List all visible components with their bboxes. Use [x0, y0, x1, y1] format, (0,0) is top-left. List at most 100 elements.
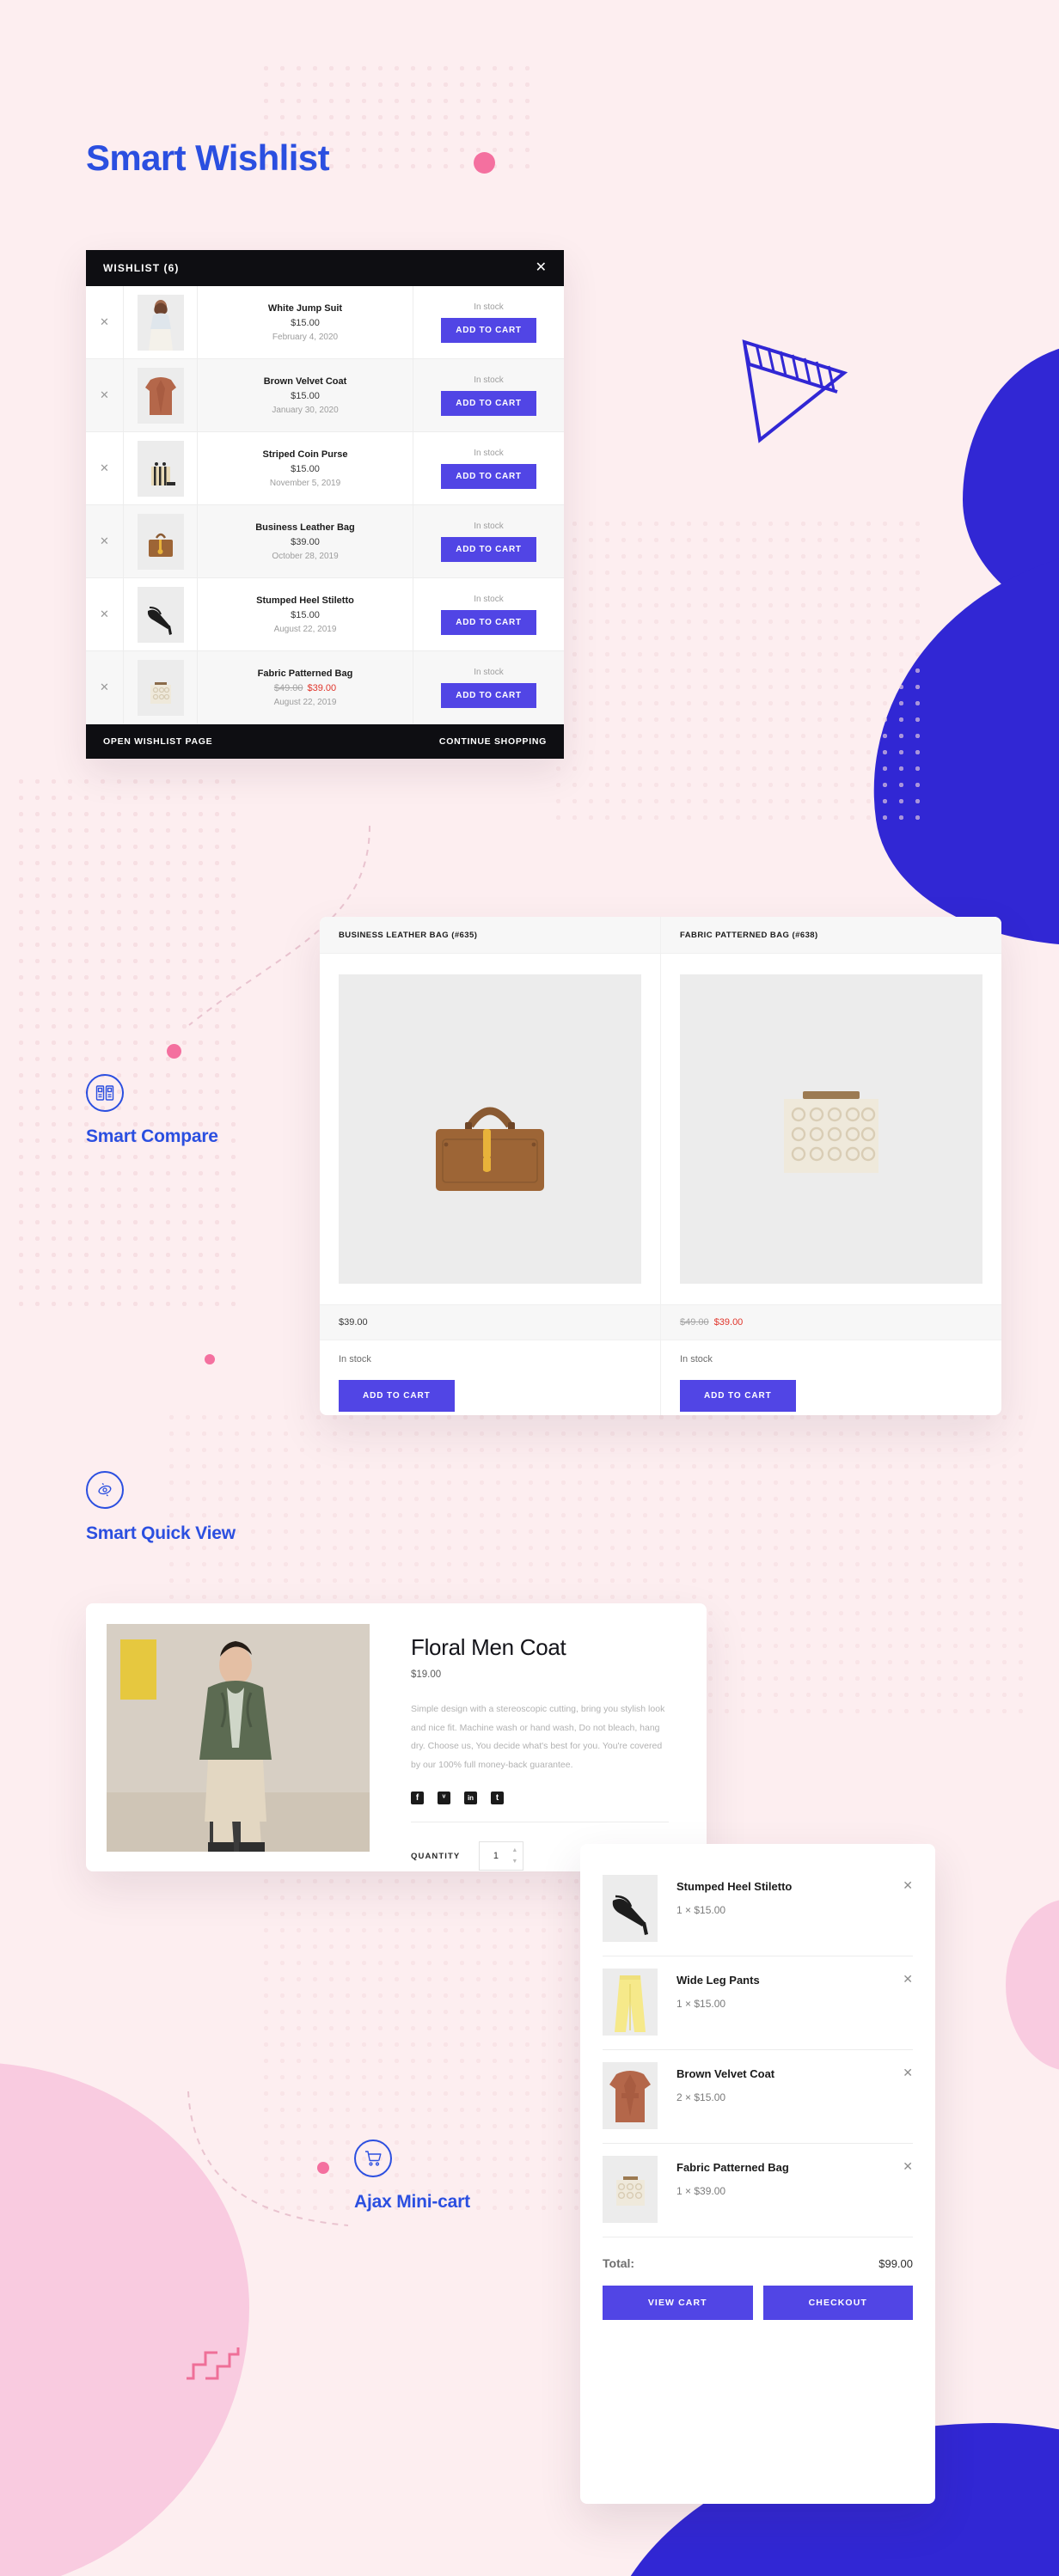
- stock-status: In stock: [339, 1354, 371, 1364]
- linkedin-icon[interactable]: in: [464, 1792, 477, 1805]
- product-info: Brown Velvet Coat $15.00 January 30, 202…: [198, 359, 413, 431]
- remove-item-icon[interactable]: ✕: [86, 578, 124, 650]
- old-price: $49.00: [273, 682, 303, 693]
- remove-item-icon[interactable]: ✕: [86, 432, 124, 504]
- open-wishlist-page-link[interactable]: OPEN WISHLIST PAGE: [103, 736, 212, 747]
- add-to-cart-button[interactable]: ADD TO CART: [441, 682, 536, 708]
- table-row: ✕ White Jump Suit $15.00 February 4, 202…: [86, 286, 564, 359]
- product-qty-price: 1 × $39.00: [676, 2185, 726, 2197]
- added-date: August 22, 2019: [273, 624, 337, 634]
- remove-item-icon[interactable]: ✕: [86, 651, 124, 723]
- product-title: Floral Men Coat: [411, 1634, 566, 1660]
- product-price: $49.00 $39.00: [661, 1304, 1001, 1340]
- page-title: Smart Wishlist: [86, 137, 330, 178]
- remove-item-icon[interactable]: ✕: [903, 2062, 913, 2080]
- remove-item-icon[interactable]: ✕: [903, 1875, 913, 1893]
- stock-status: In stock: [474, 302, 504, 312]
- feature-label-text: Ajax Mini-cart: [354, 2192, 470, 2212]
- close-icon[interactable]: ✕: [536, 261, 547, 275]
- continue-shopping-link[interactable]: CONTINUE SHOPPING: [439, 736, 547, 747]
- table-row: ✕ Brown Velvet Coat $15.00 January 30, 2…: [86, 359, 564, 432]
- table-row: ✕ Business Leather Bag $39.00 October 28…: [86, 505, 564, 578]
- compare-panel: BUSINESS LEATHER BAG (#635) $39.00 In st…: [320, 917, 1001, 1415]
- cart-actions: VIEW CART CHECKOUT: [603, 2286, 913, 2320]
- list-item: Stumped Heel Stiletto 1 × $15.00 ✕: [603, 1863, 913, 1956]
- chevron-up-icon[interactable]: ▲: [511, 1847, 517, 1853]
- social-share-row: f ᵛ in t: [411, 1792, 686, 1805]
- remove-item-icon[interactable]: ✕: [86, 359, 124, 431]
- product-name: Brown Velvet Coat: [263, 375, 347, 387]
- product-thumbnail-cell: [124, 432, 198, 504]
- stock-status: In stock: [474, 594, 504, 604]
- compare-column: BUSINESS LEATHER BAG (#635) $39.00 In st…: [320, 917, 661, 1415]
- remove-item-icon[interactable]: ✕: [86, 286, 124, 358]
- added-date: January 30, 2020: [272, 405, 339, 415]
- product-name: White Jump Suit: [267, 302, 343, 314]
- product-image-fabric-patterned-bag: [137, 659, 184, 716]
- product-actions: In stock ADD TO CART: [413, 286, 564, 358]
- compare-column-header: FABRIC PATTERNED BAG (#638): [661, 917, 1001, 954]
- table-row: ✕ Striped Coin Purse $15.00 November 5, …: [86, 432, 564, 505]
- table-row: ✕ Fabric Patterned Bag $49.00 $39.00 Augu…: [86, 651, 564, 724]
- product-name: Wide Leg Pants: [676, 1974, 760, 1987]
- product-actions: In stock ADD TO CART: [413, 651, 564, 723]
- compare-icon: [86, 1074, 124, 1112]
- product-description: Simple design with a stereoscopic cuttin…: [411, 1704, 665, 1770]
- product-info: Stumped Heel Stiletto $15.00 August 22, …: [198, 578, 413, 650]
- added-date: November 5, 2019: [269, 478, 341, 488]
- remove-item-icon[interactable]: ✕: [903, 1969, 913, 1987]
- product-price: $39.00: [320, 1304, 660, 1340]
- add-to-cart-button[interactable]: ADD TO CART: [339, 1380, 455, 1412]
- dot-pattern: [13, 773, 236, 1306]
- product-qty-price: 1 × $15.00: [676, 1998, 726, 2010]
- quantity-arrows[interactable]: ▲ ▼: [511, 1847, 517, 1865]
- zigzag-decoration: [187, 2347, 240, 2380]
- product-qty-price: 2 × $15.00: [676, 2091, 726, 2103]
- checkout-button[interactable]: CHECKOUT: [762, 2286, 913, 2320]
- total-label: Total:: [603, 2256, 635, 2270]
- product-name: Fabric Patterned Bag: [257, 668, 353, 679]
- cart-total-row: Total: $99.00: [603, 2237, 913, 2286]
- feature-label-minicart: Ajax Mini-cart: [354, 2140, 470, 2213]
- pink-dot-compare: [167, 1044, 181, 1059]
- tumblr-icon[interactable]: t: [491, 1792, 504, 1805]
- remove-item-icon[interactable]: ✕: [903, 2156, 913, 2174]
- cart-icon: [354, 2140, 392, 2177]
- dot-pattern: [550, 516, 920, 825]
- stock-status: In stock: [474, 521, 504, 531]
- add-to-cart-button[interactable]: ADD TO CART: [441, 317, 536, 343]
- pink-blob-left: [0, 2062, 249, 2576]
- product-price: $19.00: [411, 1670, 442, 1680]
- view-cart-button[interactable]: VIEW CART: [603, 2286, 753, 2320]
- sale-price: $39.00: [307, 682, 337, 693]
- pink-dot-small: [205, 1354, 215, 1364]
- product-image-fabric-patterned-bag: [680, 974, 982, 1284]
- add-to-cart-button[interactable]: ADD TO CART: [680, 1380, 796, 1412]
- product-image-brown-velvet-coat: [137, 367, 184, 424]
- quantity-stepper[interactable]: 1 ▲ ▼: [479, 1841, 524, 1871]
- product-image-striped-coin-purse: [137, 440, 184, 497]
- add-to-cart-button[interactable]: ADD TO CART: [441, 609, 536, 635]
- chevron-down-icon[interactable]: ▼: [511, 1859, 517, 1865]
- product-name: Stumped Heel Stiletto: [676, 1880, 793, 1893]
- added-date: August 22, 2019: [273, 697, 337, 707]
- add-to-cart-button[interactable]: ADD TO CART: [441, 390, 536, 416]
- add-to-cart-button[interactable]: ADD TO CART: [441, 463, 536, 489]
- pink-blob-small-right: [1006, 1899, 1059, 2071]
- quantity-value[interactable]: 1: [480, 1851, 511, 1861]
- sale-price: $39.00: [713, 1317, 744, 1328]
- list-item: Brown Velvet Coat 2 × $15.00 ✕: [603, 2050, 913, 2143]
- facebook-icon[interactable]: f: [411, 1792, 424, 1805]
- quantity-label: QUANTITY: [411, 1851, 461, 1861]
- product-thumbnail-cell: [124, 359, 198, 431]
- remove-item-icon[interactable]: ✕: [86, 505, 124, 577]
- compare-column-header: BUSINESS LEATHER BAG (#635): [320, 917, 660, 954]
- product-image-fabric-patterned-bag: [603, 2156, 658, 2223]
- add-to-cart-button[interactable]: ADD TO CART: [441, 536, 536, 562]
- product-image-stumped-heel-stiletto: [137, 586, 184, 643]
- product-price: $15.00: [291, 463, 320, 474]
- product-image-brown-velvet-coat: [603, 2062, 658, 2129]
- twitter-icon[interactable]: ᵛ: [438, 1792, 450, 1805]
- quickview-panel: Floral Men Coat $19.00 Simple design wit…: [86, 1603, 707, 1871]
- pink-dot-cart: [317, 2162, 329, 2174]
